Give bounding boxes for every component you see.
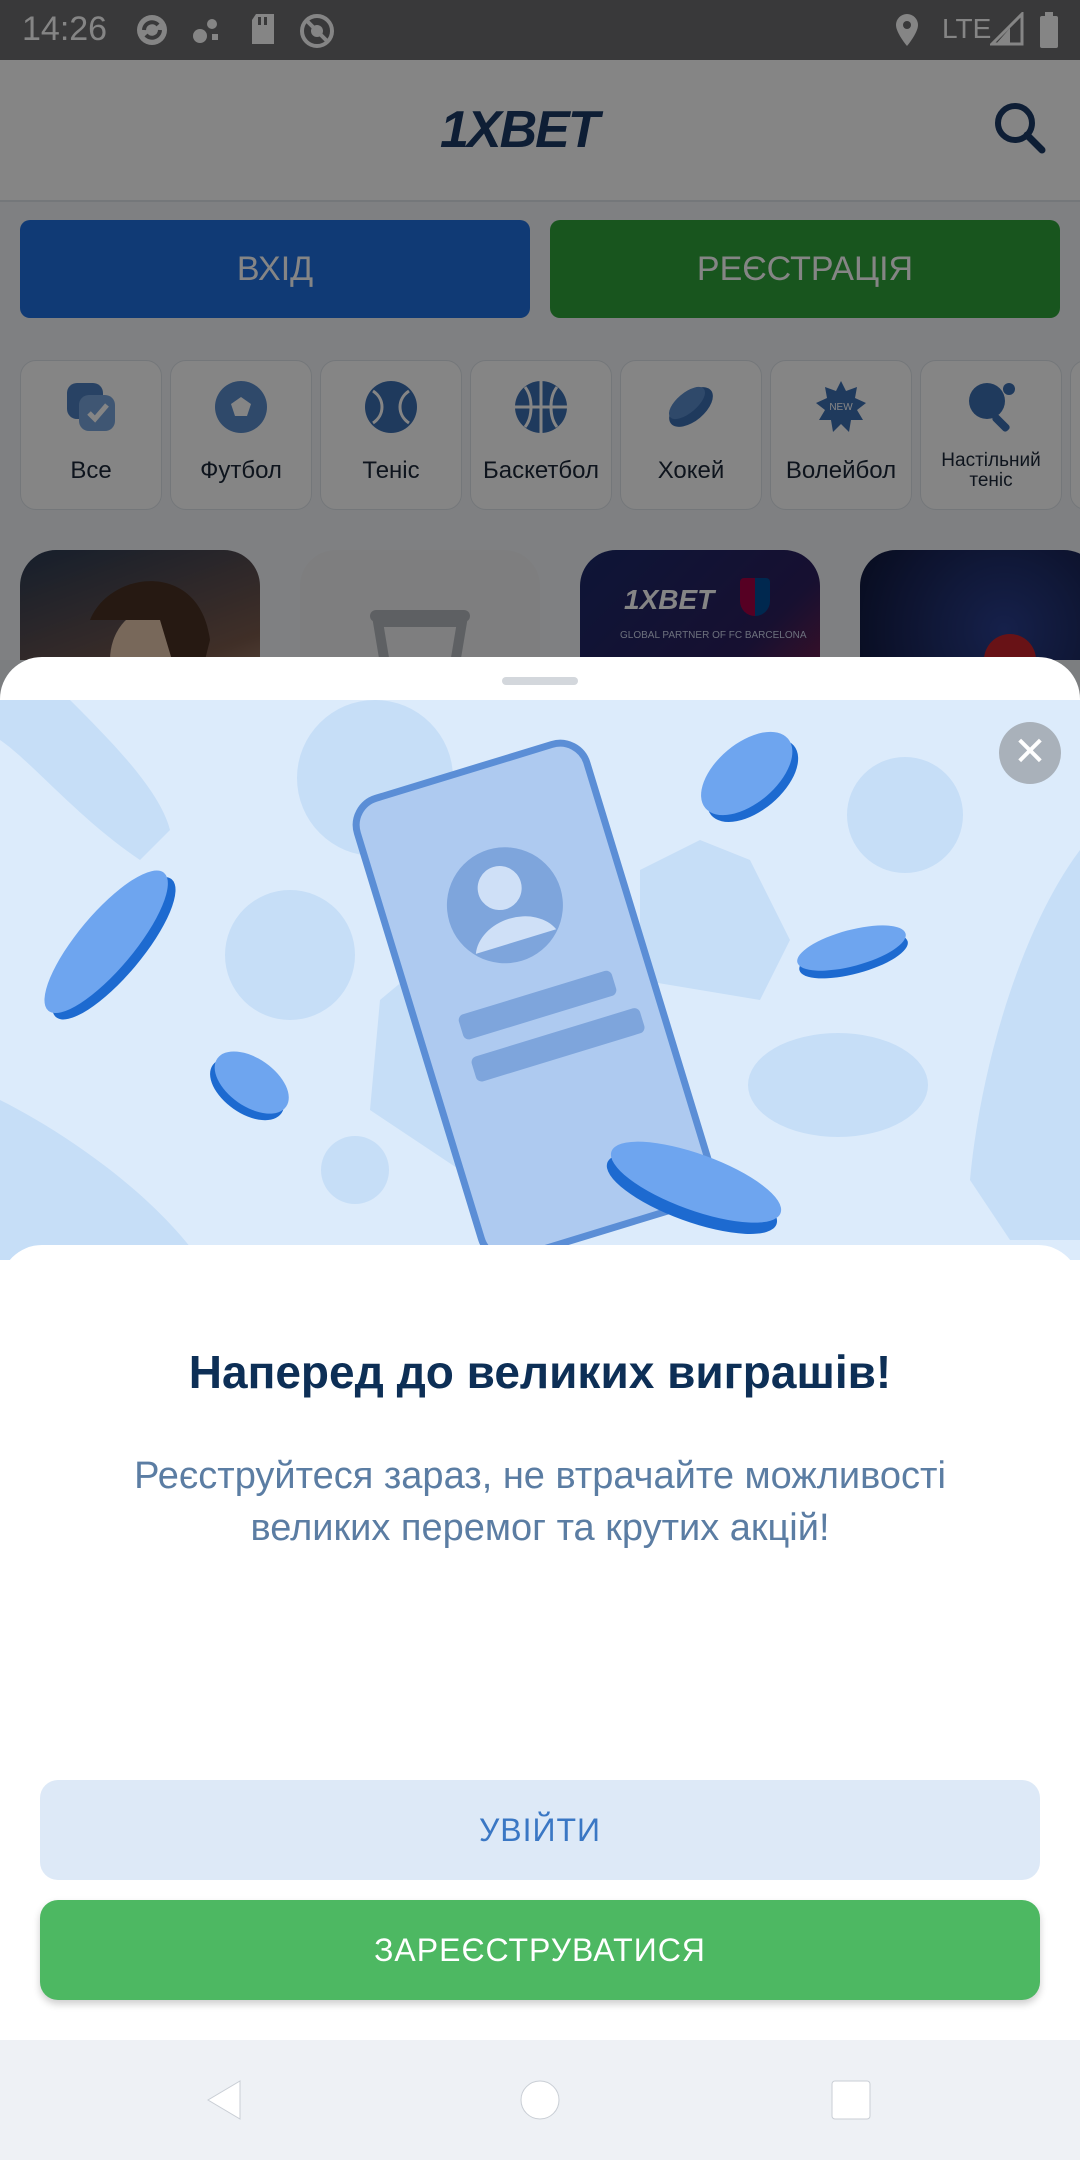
drag-handle[interactable]	[502, 677, 578, 685]
sheet-description: Реєструйтеся зараз, не втрачайте можливо…	[134, 1455, 946, 1549]
close-icon: ✕	[1013, 730, 1047, 774]
sheet-title: Наперед до великих виграшів!	[188, 1346, 892, 1398]
illustration-bottom-curve	[0, 1245, 1080, 1305]
recents-icon[interactable]	[826, 2075, 876, 2125]
home-icon[interactable]	[515, 2075, 565, 2125]
phone-coins-illustration	[0, 700, 1080, 1260]
register-cta-button[interactable]: ЗАРЕЄСТРУВАТИСЯ	[40, 1900, 1040, 2000]
back-icon[interactable]	[200, 2075, 250, 2125]
login-cta-button[interactable]: УВІЙТИ	[40, 1780, 1040, 1880]
close-button[interactable]: ✕	[999, 722, 1061, 784]
system-nav-bar	[0, 2040, 1080, 2160]
